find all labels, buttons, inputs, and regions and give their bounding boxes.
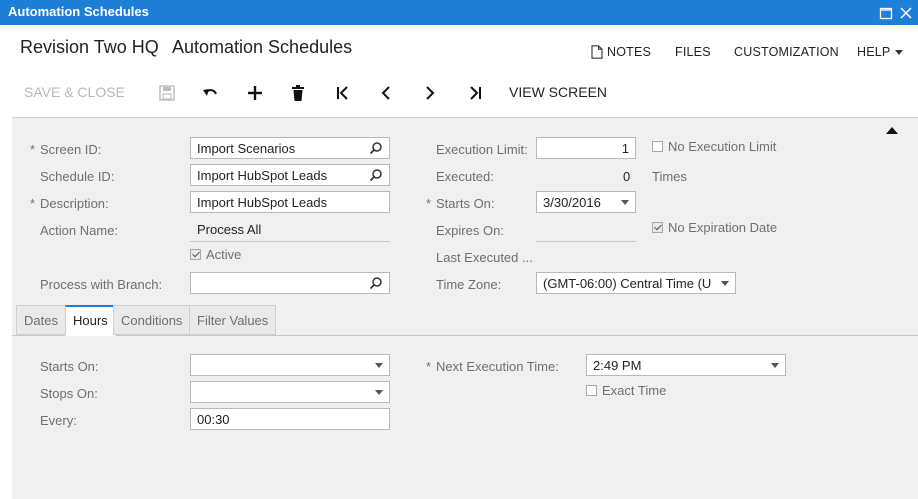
action-name-label: Action Name:: [40, 223, 119, 238]
dropdown-icon[interactable]: [771, 363, 779, 368]
executed-label: Executed:: [436, 169, 494, 184]
starts-on-label: Starts On:: [436, 196, 495, 211]
no-expiration-date-checkbox[interactable]: [652, 222, 663, 233]
starts-on-field[interactable]: 3/30/2016: [536, 191, 636, 213]
help-dropdown-icon[interactable]: [895, 50, 903, 55]
expires-on-label: Expires On:: [436, 223, 504, 238]
screen-id-label: Screen ID:: [40, 142, 102, 157]
search-icon[interactable]: [369, 276, 383, 290]
dropdown-icon[interactable]: [375, 363, 383, 368]
next-record-icon[interactable]: [421, 84, 439, 102]
executed-unit-label: Times: [652, 169, 687, 184]
screen-id-field[interactable]: Import Scenarios: [190, 137, 390, 159]
close-icon[interactable]: [898, 5, 914, 21]
action-name-value: Process All: [197, 222, 262, 237]
last-executed-label: Last Executed ...: [436, 250, 533, 265]
time-zone-value: (GMT-06:00) Central Time (U: [543, 276, 712, 291]
page-title: Automation Schedules: [172, 37, 353, 57]
dropdown-icon[interactable]: [721, 281, 729, 286]
dropdown-icon[interactable]: [375, 390, 383, 395]
first-record-icon[interactable]: [334, 84, 352, 102]
customization-menu[interactable]: CUSTOMIZATION: [734, 45, 839, 59]
description-value: Import HubSpot Leads: [197, 195, 328, 210]
window-title-bar: Automation Schedules: [0, 0, 918, 25]
starts-on-value: 3/30/2016: [543, 195, 601, 210]
description-label: Description:: [40, 196, 109, 211]
process-with-branch-field[interactable]: [190, 272, 390, 294]
no-execution-limit-checkbox[interactable]: [652, 141, 663, 152]
active-checkbox[interactable]: [190, 249, 201, 260]
collapse-icon[interactable]: [885, 125, 899, 135]
stops-on-field[interactable]: [190, 381, 390, 403]
every-value: 00:30: [197, 412, 230, 427]
screen-id-value: Import Scenarios: [197, 141, 296, 156]
next-execution-time-field[interactable]: 2:49 PM: [586, 354, 786, 376]
required-marker: *: [30, 142, 36, 157]
files-menu[interactable]: FILES: [675, 45, 711, 59]
time-zone-label: Time Zone:: [436, 277, 502, 292]
no-expiration-date-label: No Expiration Date: [668, 220, 778, 235]
add-icon[interactable]: [246, 84, 264, 102]
maximize-icon[interactable]: [878, 5, 894, 21]
required-marker: *: [426, 359, 432, 374]
next-execution-time-label: Next Execution Time:: [436, 359, 559, 374]
schedule-id-value: Import HubSpot Leads: [197, 168, 328, 183]
no-execution-limit-label: No Execution Limit: [668, 139, 777, 154]
save-close-button[interactable]: SAVE & CLOSE: [24, 84, 125, 100]
company-name: Revision Two HQ: [20, 37, 159, 57]
tab-filter-values[interactable]: Filter Values: [189, 305, 277, 335]
next-execution-time-value: 2:49 PM: [593, 358, 642, 373]
tab-conditions[interactable]: Conditions: [113, 305, 191, 335]
window-title: Automation Schedules: [8, 4, 149, 19]
tab-hours[interactable]: Hours: [65, 305, 116, 336]
execution-limit-label: Execution Limit:: [436, 142, 528, 157]
active-label: Active: [206, 247, 242, 262]
required-marker: *: [30, 196, 36, 211]
description-field[interactable]: Import HubSpot Leads: [190, 191, 390, 213]
action-name-field: Process All: [190, 219, 390, 242]
help-menu[interactable]: HELP: [857, 45, 890, 59]
last-record-icon[interactable]: [466, 84, 484, 102]
stops-on-label: Stops On:: [40, 386, 98, 401]
schedule-id-label: Schedule ID:: [40, 169, 115, 184]
notes-icon[interactable]: [591, 45, 603, 59]
execution-limit-value: 1: [621, 141, 629, 156]
notes-menu[interactable]: NOTES: [607, 45, 651, 59]
previous-record-icon[interactable]: [377, 84, 395, 102]
exact-time-checkbox[interactable]: [586, 385, 597, 396]
every-label: Every:: [40, 413, 77, 428]
tab-dates[interactable]: Dates: [16, 305, 66, 335]
view-screen-button[interactable]: VIEW SCREEN: [509, 84, 607, 100]
schedule-id-field[interactable]: Import HubSpot Leads: [190, 164, 390, 186]
search-icon[interactable]: [369, 141, 383, 155]
required-marker: *: [426, 196, 432, 211]
search-icon[interactable]: [369, 168, 383, 182]
exact-time-label: Exact Time: [602, 383, 667, 398]
hours-starts-on-field[interactable]: [190, 354, 390, 376]
undo-icon[interactable]: [201, 84, 219, 102]
time-zone-field[interactable]: (GMT-06:00) Central Time (U: [536, 272, 736, 294]
dropdown-icon[interactable]: [621, 200, 629, 205]
executed-value: 0: [623, 169, 631, 184]
process-with-branch-label: Process with Branch:: [40, 277, 163, 292]
execution-limit-field[interactable]: 1: [536, 137, 636, 159]
delete-icon[interactable]: [289, 84, 307, 102]
every-field[interactable]: 00:30: [190, 408, 390, 430]
hours-starts-on-label: Starts On:: [40, 359, 99, 374]
save-icon[interactable]: [158, 84, 176, 102]
expires-on-field: [536, 219, 636, 242]
